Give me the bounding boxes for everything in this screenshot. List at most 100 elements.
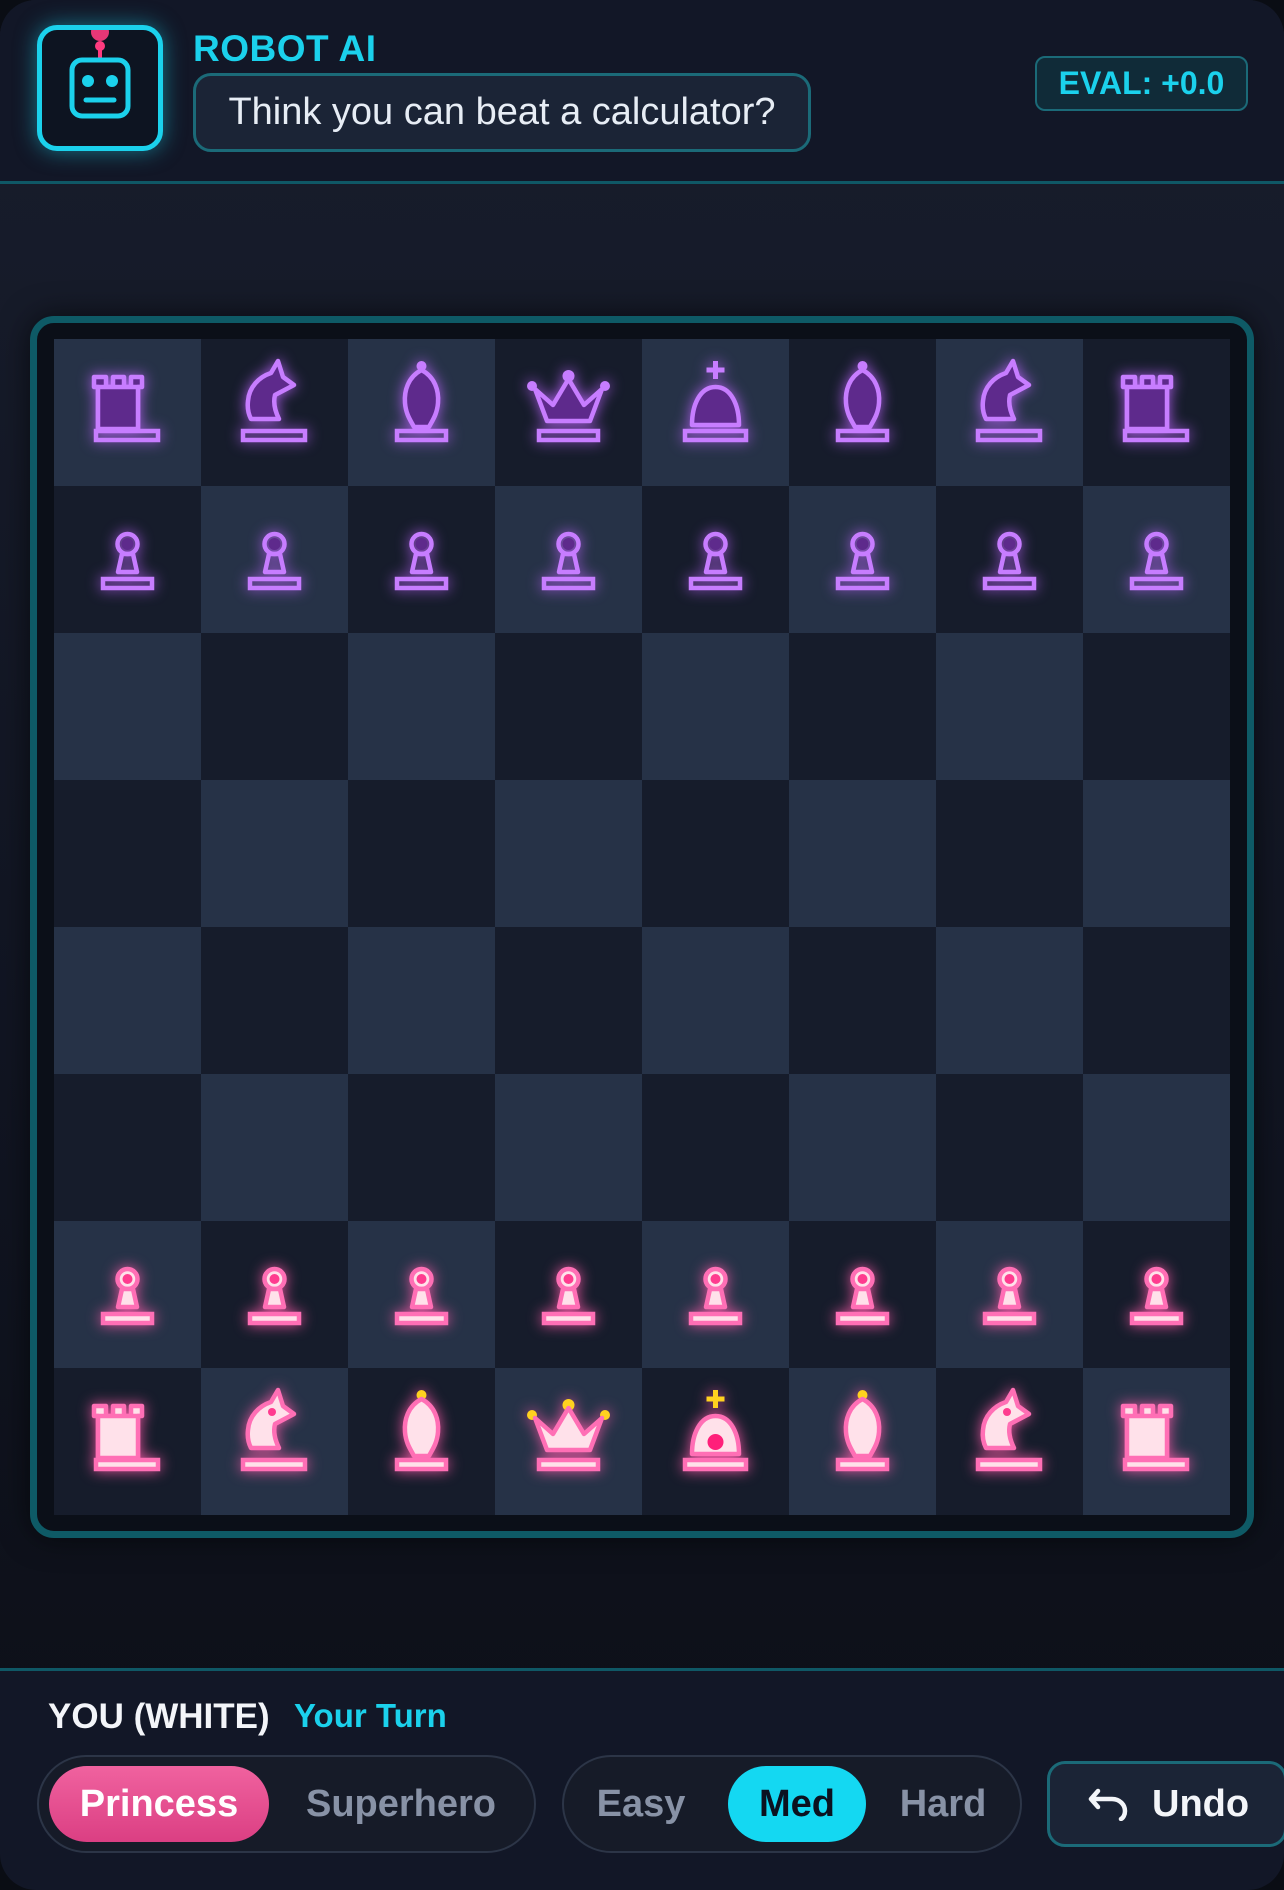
theme-option-princess[interactable]: Princess — [49, 1766, 269, 1842]
white-queen-icon[interactable] — [495, 1368, 642, 1515]
square-a5[interactable] — [54, 780, 201, 927]
square-h2[interactable] — [1083, 1221, 1230, 1368]
square-e1[interactable] — [642, 1368, 789, 1515]
square-g5[interactable] — [936, 780, 1083, 927]
black-pawn-icon[interactable] — [642, 486, 789, 633]
white-knight-icon[interactable] — [201, 1368, 348, 1515]
square-a2[interactable] — [54, 1221, 201, 1368]
white-rook-icon[interactable] — [1083, 1368, 1230, 1515]
square-d5[interactable] — [495, 780, 642, 927]
square-e2[interactable] — [642, 1221, 789, 1368]
black-bishop-icon[interactable] — [789, 339, 936, 486]
square-f3[interactable] — [789, 1074, 936, 1221]
difficulty-med[interactable]: Med — [728, 1766, 866, 1842]
square-d7[interactable] — [495, 486, 642, 633]
square-f8[interactable] — [789, 339, 936, 486]
square-h7[interactable] — [1083, 486, 1230, 633]
square-d4[interactable] — [495, 927, 642, 1074]
square-b6[interactable] — [201, 633, 348, 780]
white-pawn-icon[interactable] — [642, 1221, 789, 1368]
square-c7[interactable] — [348, 486, 495, 633]
square-d8[interactable] — [495, 339, 642, 486]
undo-button[interactable]: Undo — [1047, 1761, 1284, 1847]
square-g2[interactable] — [936, 1221, 1083, 1368]
black-pawn-icon[interactable] — [1083, 486, 1230, 633]
square-a8[interactable] — [54, 339, 201, 486]
black-knight-icon[interactable] — [936, 339, 1083, 486]
black-rook-icon[interactable] — [54, 339, 201, 486]
square-c3[interactable] — [348, 1074, 495, 1221]
square-g4[interactable] — [936, 927, 1083, 1074]
square-e8[interactable] — [642, 339, 789, 486]
square-e6[interactable] — [642, 633, 789, 780]
black-pawn-icon[interactable] — [348, 486, 495, 633]
black-king-icon[interactable] — [642, 339, 789, 486]
white-pawn-icon[interactable] — [201, 1221, 348, 1368]
square-d3[interactable] — [495, 1074, 642, 1221]
square-b7[interactable] — [201, 486, 348, 633]
black-pawn-icon[interactable] — [936, 486, 1083, 633]
black-pawn-icon[interactable] — [789, 486, 936, 633]
square-b1[interactable] — [201, 1368, 348, 1515]
square-h6[interactable] — [1083, 633, 1230, 780]
square-a1[interactable] — [54, 1368, 201, 1515]
black-knight-icon[interactable] — [201, 339, 348, 486]
black-bishop-icon[interactable] — [348, 339, 495, 486]
difficulty-easy[interactable]: Easy — [576, 1766, 706, 1842]
square-c1[interactable] — [348, 1368, 495, 1515]
square-e3[interactable] — [642, 1074, 789, 1221]
white-pawn-icon[interactable] — [789, 1221, 936, 1368]
white-bishop-icon[interactable] — [789, 1368, 936, 1515]
square-f2[interactable] — [789, 1221, 936, 1368]
black-pawn-icon[interactable] — [201, 486, 348, 633]
square-c4[interactable] — [348, 927, 495, 1074]
black-queen-icon[interactable] — [495, 339, 642, 486]
chess-board[interactable] — [54, 339, 1230, 1515]
white-rook-icon[interactable] — [54, 1368, 201, 1515]
square-f5[interactable] — [789, 780, 936, 927]
square-g3[interactable] — [936, 1074, 1083, 1221]
white-bishop-icon[interactable] — [348, 1368, 495, 1515]
square-h3[interactable] — [1083, 1074, 1230, 1221]
square-f4[interactable] — [789, 927, 936, 1074]
square-d1[interactable] — [495, 1368, 642, 1515]
black-pawn-icon[interactable] — [54, 486, 201, 633]
square-h1[interactable] — [1083, 1368, 1230, 1515]
white-pawn-icon[interactable] — [936, 1221, 1083, 1368]
square-d2[interactable] — [495, 1221, 642, 1368]
square-e7[interactable] — [642, 486, 789, 633]
square-b3[interactable] — [201, 1074, 348, 1221]
square-c2[interactable] — [348, 1221, 495, 1368]
square-a6[interactable] — [54, 633, 201, 780]
square-f6[interactable] — [789, 633, 936, 780]
black-rook-icon[interactable] — [1083, 339, 1230, 486]
square-c8[interactable] — [348, 339, 495, 486]
square-c5[interactable] — [348, 780, 495, 927]
theme-option-superhero[interactable]: Superhero — [281, 1766, 521, 1842]
square-g1[interactable] — [936, 1368, 1083, 1515]
square-g6[interactable] — [936, 633, 1083, 780]
square-h4[interactable] — [1083, 927, 1230, 1074]
square-h8[interactable] — [1083, 339, 1230, 486]
square-h5[interactable] — [1083, 780, 1230, 927]
square-b4[interactable] — [201, 927, 348, 1074]
square-g8[interactable] — [936, 339, 1083, 486]
white-pawn-icon[interactable] — [1083, 1221, 1230, 1368]
square-b8[interactable] — [201, 339, 348, 486]
square-b5[interactable] — [201, 780, 348, 927]
square-a3[interactable] — [54, 1074, 201, 1221]
white-knight-icon[interactable] — [936, 1368, 1083, 1515]
square-g7[interactable] — [936, 486, 1083, 633]
square-e5[interactable] — [642, 780, 789, 927]
white-pawn-icon[interactable] — [495, 1221, 642, 1368]
square-f1[interactable] — [789, 1368, 936, 1515]
square-a7[interactable] — [54, 486, 201, 633]
white-pawn-icon[interactable] — [54, 1221, 201, 1368]
black-pawn-icon[interactable] — [495, 486, 642, 633]
square-c6[interactable] — [348, 633, 495, 780]
square-d6[interactable] — [495, 633, 642, 780]
difficulty-hard[interactable]: Hard — [878, 1766, 1008, 1842]
square-f7[interactable] — [789, 486, 936, 633]
square-e4[interactable] — [642, 927, 789, 1074]
square-a4[interactable] — [54, 927, 201, 1074]
